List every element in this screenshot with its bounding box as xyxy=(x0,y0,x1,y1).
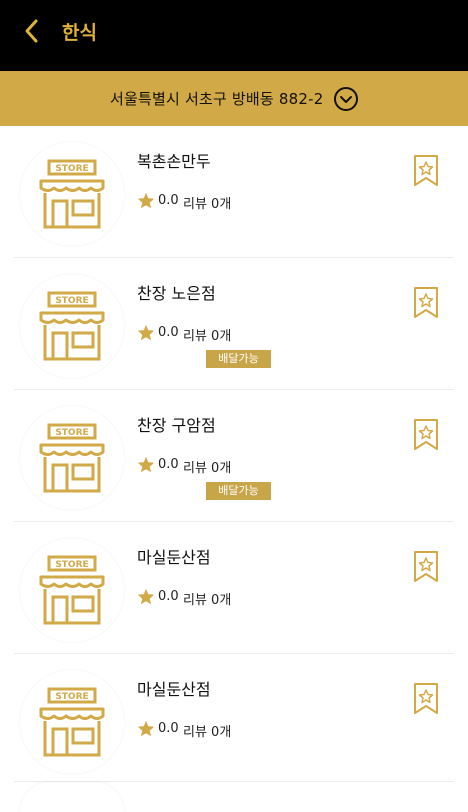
store-list-item[interactable]: STORE 마실둔산점 0.0 리뷰 0개 xyxy=(0,654,468,785)
store-list-item[interactable]: STORE 마실둔산점 0.0 리뷰 0개 xyxy=(0,522,468,653)
store-thumbnail: STORE xyxy=(20,406,124,510)
address-text: 서울특별시 서초구 방배동 882-2 xyxy=(110,90,324,108)
star-icon xyxy=(137,324,155,341)
chevron-down-circle-icon[interactable] xyxy=(333,86,359,112)
app-header: 한식 xyxy=(0,0,468,71)
address-bar[interactable]: 서울특별시 서초구 방배동 882-2 xyxy=(0,71,468,126)
store-name: 마실둔산점 xyxy=(137,680,211,699)
store-thumbnail: STORE xyxy=(20,670,124,774)
page-title: 한식 xyxy=(62,22,97,44)
bookmark-star-icon[interactable] xyxy=(413,286,439,319)
store-rating: 0.0 xyxy=(158,589,179,604)
store-icon: STORE xyxy=(39,291,105,361)
store-thumbnail: STORE xyxy=(20,142,124,246)
delivery-badge: 배달가능 xyxy=(206,350,271,368)
store-name: 찬장 구암점 xyxy=(137,416,216,435)
store-name: 마실둔산점 xyxy=(137,548,211,567)
store-icon: STORE xyxy=(39,555,105,625)
store-rating: 0.0 xyxy=(158,721,179,736)
store-review-count: 리뷰 0개 xyxy=(183,197,232,212)
chevron-left-icon[interactable] xyxy=(18,16,48,46)
store-review-count: 리뷰 0개 xyxy=(183,461,232,476)
store-icon: STORE xyxy=(39,159,105,229)
store-icon: STORE xyxy=(39,687,105,757)
store-name: 찬장 노은점 xyxy=(137,284,216,303)
store-review-count: 리뷰 0개 xyxy=(183,593,232,608)
store-thumbnail-partial xyxy=(20,782,124,812)
store-name: 복촌손만두 xyxy=(137,152,211,171)
store-rating: 0.0 xyxy=(158,457,179,472)
store-list-item[interactable]: STORE 찬장 구암점 0.0 리뷰 0개 배달가능 xyxy=(0,390,468,521)
store-rating: 0.0 xyxy=(158,325,179,340)
store-review-count: 리뷰 0개 xyxy=(183,329,232,344)
store-list-item[interactable]: STORE 찬장 노은점 0.0 리뷰 0개 배달가능 xyxy=(0,258,468,389)
store-sign-text: STORE xyxy=(55,296,88,306)
store-sign-text: STORE xyxy=(55,560,88,570)
store-thumbnail: STORE xyxy=(20,274,124,378)
store-thumbnail: STORE xyxy=(20,538,124,642)
store-sign-text: STORE xyxy=(55,428,88,438)
store-list-item[interactable]: STORE 복촌손만두 0.0 리뷰 0개 xyxy=(0,126,468,257)
bookmark-star-icon[interactable] xyxy=(413,550,439,583)
bookmark-star-icon[interactable] xyxy=(413,682,439,715)
delivery-badge: 배달가능 xyxy=(206,482,271,500)
store-sign-text: STORE xyxy=(55,692,88,702)
bookmark-star-icon[interactable] xyxy=(413,154,439,187)
store-sign-text: STORE xyxy=(55,164,88,174)
store-icon: STORE xyxy=(39,423,105,493)
star-icon xyxy=(137,192,155,209)
star-icon xyxy=(137,456,155,473)
store-rating: 0.0 xyxy=(158,193,179,208)
bookmark-star-icon[interactable] xyxy=(413,418,439,451)
star-icon xyxy=(137,588,155,605)
star-icon xyxy=(137,720,155,737)
store-review-count: 리뷰 0개 xyxy=(183,725,232,740)
